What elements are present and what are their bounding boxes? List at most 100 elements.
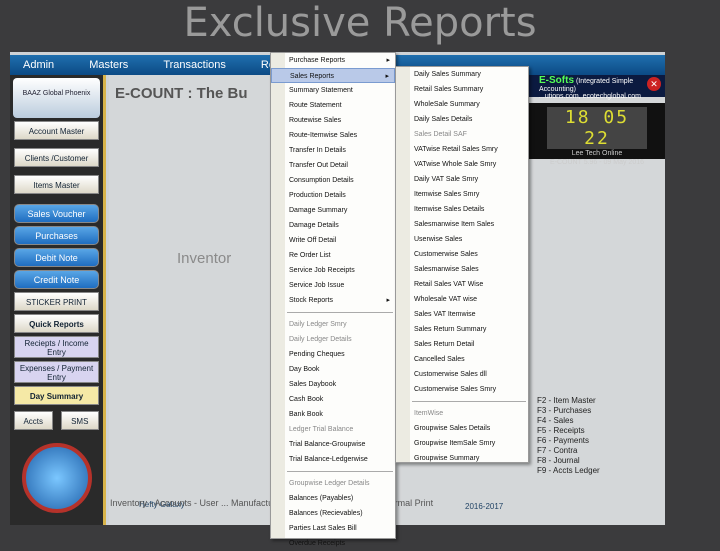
day-summary-button[interactable]: Day Summary xyxy=(14,386,99,405)
logo: BAAZ Global Phoenix xyxy=(13,78,100,118)
menu-item[interactable]: Wholesale VAT wise xyxy=(396,292,528,307)
slide-title: Exclusive Reports xyxy=(183,0,537,46)
menu-item-label: Route Statement xyxy=(289,102,342,109)
inventory-watermark: Inventor xyxy=(177,250,232,267)
menu-item[interactable]: Daily Ledger Details xyxy=(271,332,395,347)
menu-item[interactable]: Production Details xyxy=(271,188,395,203)
menu-item[interactable]: Stock Reports ▸ xyxy=(271,293,395,308)
menu-item[interactable]: VATwise Whole Sale Smry xyxy=(396,157,528,172)
menu-item[interactable]: Transfer Out Detail xyxy=(271,158,395,173)
menu-item[interactable]: Groupwise Summary xyxy=(396,451,528,466)
menu-item-label: Customerwise Sales dll xyxy=(414,371,487,378)
quick-reports-button[interactable]: Quick Reports xyxy=(14,314,99,333)
menu-item[interactable]: Daily VAT Sale Smry xyxy=(396,172,528,187)
menu-item[interactable]: Customerwise Sales dll xyxy=(396,367,528,382)
sms-button[interactable]: SMS xyxy=(60,411,99,430)
menu-item[interactable]: Sales Return Summary xyxy=(396,322,528,337)
account-master-button[interactable]: Account Master xyxy=(14,121,99,140)
menu-item-label: WholeSale Summary xyxy=(414,101,480,108)
menu-item[interactable]: Re Order List xyxy=(271,248,395,263)
menu-item[interactable]: Damage Summary xyxy=(271,203,395,218)
menu-item[interactable]: Retail Sales VAT Wise xyxy=(396,277,528,292)
menu-item[interactable]: Overdue Receipts xyxy=(271,536,395,551)
menu-item-label: Sales Daybook xyxy=(289,381,337,388)
menu-masters[interactable]: Masters xyxy=(89,59,128,71)
menu-item[interactable]: Bank Book xyxy=(271,407,395,422)
menu-item[interactable]: Sales VAT Itemwise xyxy=(396,307,528,322)
menu-item[interactable]: Day Book xyxy=(271,362,395,377)
menu-item[interactable]: Daily Sales Summary xyxy=(396,67,528,82)
menu-item[interactable]: Trial Balance-Groupwise xyxy=(271,437,395,452)
shortcut: F2 - Item Master xyxy=(537,396,596,405)
close-icon[interactable]: ✕ xyxy=(647,77,661,91)
menu-item[interactable]: ItemWise xyxy=(396,406,528,421)
menu-item[interactable]: Daily Sales Details xyxy=(396,112,528,127)
menu-item[interactable]: VATwise Retail Sales Smry xyxy=(396,142,528,157)
submenu-arrow-icon: ▸ xyxy=(385,73,389,80)
menu-item[interactable]: Purchase Reports ▸ xyxy=(271,53,395,68)
menu-item[interactable]: Sales Detail SAF xyxy=(396,127,528,142)
sticker-print-button[interactable]: STICKER PRINT xyxy=(14,292,99,311)
menu-item[interactable]: Salesmanwise Item Sales xyxy=(396,217,528,232)
menu-item[interactable]: Route Statement xyxy=(271,98,395,113)
purchases-button[interactable]: Purchases xyxy=(14,226,99,245)
menu-item[interactable]: Service Job Issue xyxy=(271,278,395,293)
clients-button[interactable]: Clients /Customer xyxy=(14,148,99,167)
menu-item-label: Salesmanwise Item Sales xyxy=(414,221,495,228)
menu-item[interactable]: Sales Reports ▸ xyxy=(271,68,395,83)
menu-item[interactable]: Cash Book xyxy=(271,392,395,407)
menu-item[interactable]: Routewise Sales xyxy=(271,113,395,128)
menu-item[interactable]: Userwise Sales xyxy=(396,232,528,247)
menu-item[interactable]: Daily Ledger Smry xyxy=(271,317,395,332)
menu-item-label: Write Off Detail xyxy=(289,237,337,244)
sidebar: BAAZ Global Phoenix Account Master Clien… xyxy=(10,75,106,525)
menu-item[interactable]: Itemwise Sales Smry xyxy=(396,187,528,202)
menu-admin[interactable]: Admin xyxy=(23,59,54,71)
menu-item[interactable]: Sales Return Detail xyxy=(396,337,528,352)
menu-item[interactable]: WholeSale Summary xyxy=(396,97,528,112)
menu-item[interactable]: Balances (Payables) xyxy=(271,491,395,506)
menu-item[interactable]: Pending Cheques xyxy=(271,347,395,362)
clock-panel: 18 05 22 Lee Tech Online E-COUNT 5.96 - … xyxy=(529,103,665,166)
menu-item-label: Customerwise Sales xyxy=(414,251,478,258)
credit-note-button[interactable]: Credit Note xyxy=(14,270,99,289)
menu-item-label: Groupwise Ledger Details xyxy=(289,480,370,487)
menu-item[interactable]: Customerwise Sales xyxy=(396,247,528,262)
menu-item-label: Damage Summary xyxy=(289,207,348,214)
menu-item[interactable]: Groupwise Sales Details xyxy=(396,421,528,436)
menu-item[interactable]: Sales Daybook xyxy=(271,377,395,392)
menu-item[interactable]: Parties Last Sales Bill xyxy=(271,521,395,536)
menu-item[interactable]: Salesmanwise Sales xyxy=(396,262,528,277)
menu-item[interactable]: Ledger Trial Balance xyxy=(271,422,395,437)
menu-item[interactable]: Summary Statement xyxy=(271,83,395,98)
menu-item[interactable]: Route-Itemwise Sales xyxy=(271,128,395,143)
menu-item-label: Cash Book xyxy=(289,396,324,403)
accts-button[interactable]: Accts xyxy=(14,411,53,430)
menu-item[interactable]: Itemwise Sales Details xyxy=(396,202,528,217)
sales-voucher-button[interactable]: Sales Voucher xyxy=(14,204,99,223)
menu-item[interactable]: Groupwise Ledger Details xyxy=(271,476,395,491)
menu-item[interactable]: Balances (Recievables) xyxy=(271,506,395,521)
menu-item[interactable]: Damage Details xyxy=(271,218,395,233)
menu-transactions[interactable]: Transactions xyxy=(163,59,226,71)
menu-item-label: Salesmanwise Sales xyxy=(414,266,479,273)
menu-item-label: Purchase Reports xyxy=(289,57,346,64)
menu-item[interactable]: Consumption Details xyxy=(271,173,395,188)
menu-item[interactable]: Service Job Receipts xyxy=(271,263,395,278)
receipts-button[interactable]: Reciepts / Income Entry xyxy=(14,336,99,358)
menu-item-label: Routewise Sales xyxy=(289,117,342,124)
menu-item[interactable]: Cancelled Sales xyxy=(396,352,528,367)
menu-item[interactable]: Write Off Detail xyxy=(271,233,395,248)
menu-item[interactable]: Retail Sales Summary xyxy=(396,82,528,97)
items-master-button[interactable]: Items Master xyxy=(14,175,99,194)
menu-item-label: Daily VAT Sale Smry xyxy=(414,176,479,183)
menu-item[interactable]: Groupwise ItemSale Smry xyxy=(396,436,528,451)
menu-item-label: Groupwise ItemSale Smry xyxy=(414,440,496,447)
menu-item[interactable]: Transfer In Details xyxy=(271,143,395,158)
expenses-button[interactable]: Expenses / Payment Entry xyxy=(14,361,99,383)
shortcut: F8 - Journal xyxy=(537,456,580,465)
menu-item[interactable]: Trial Balance-Ledgerwise xyxy=(271,452,395,467)
debit-note-button[interactable]: Debit Note xyxy=(14,248,99,267)
menu-item[interactable]: Customerwise Sales Smry xyxy=(396,382,528,397)
menu-item-label: Trial Balance-Groupwise xyxy=(289,441,366,448)
